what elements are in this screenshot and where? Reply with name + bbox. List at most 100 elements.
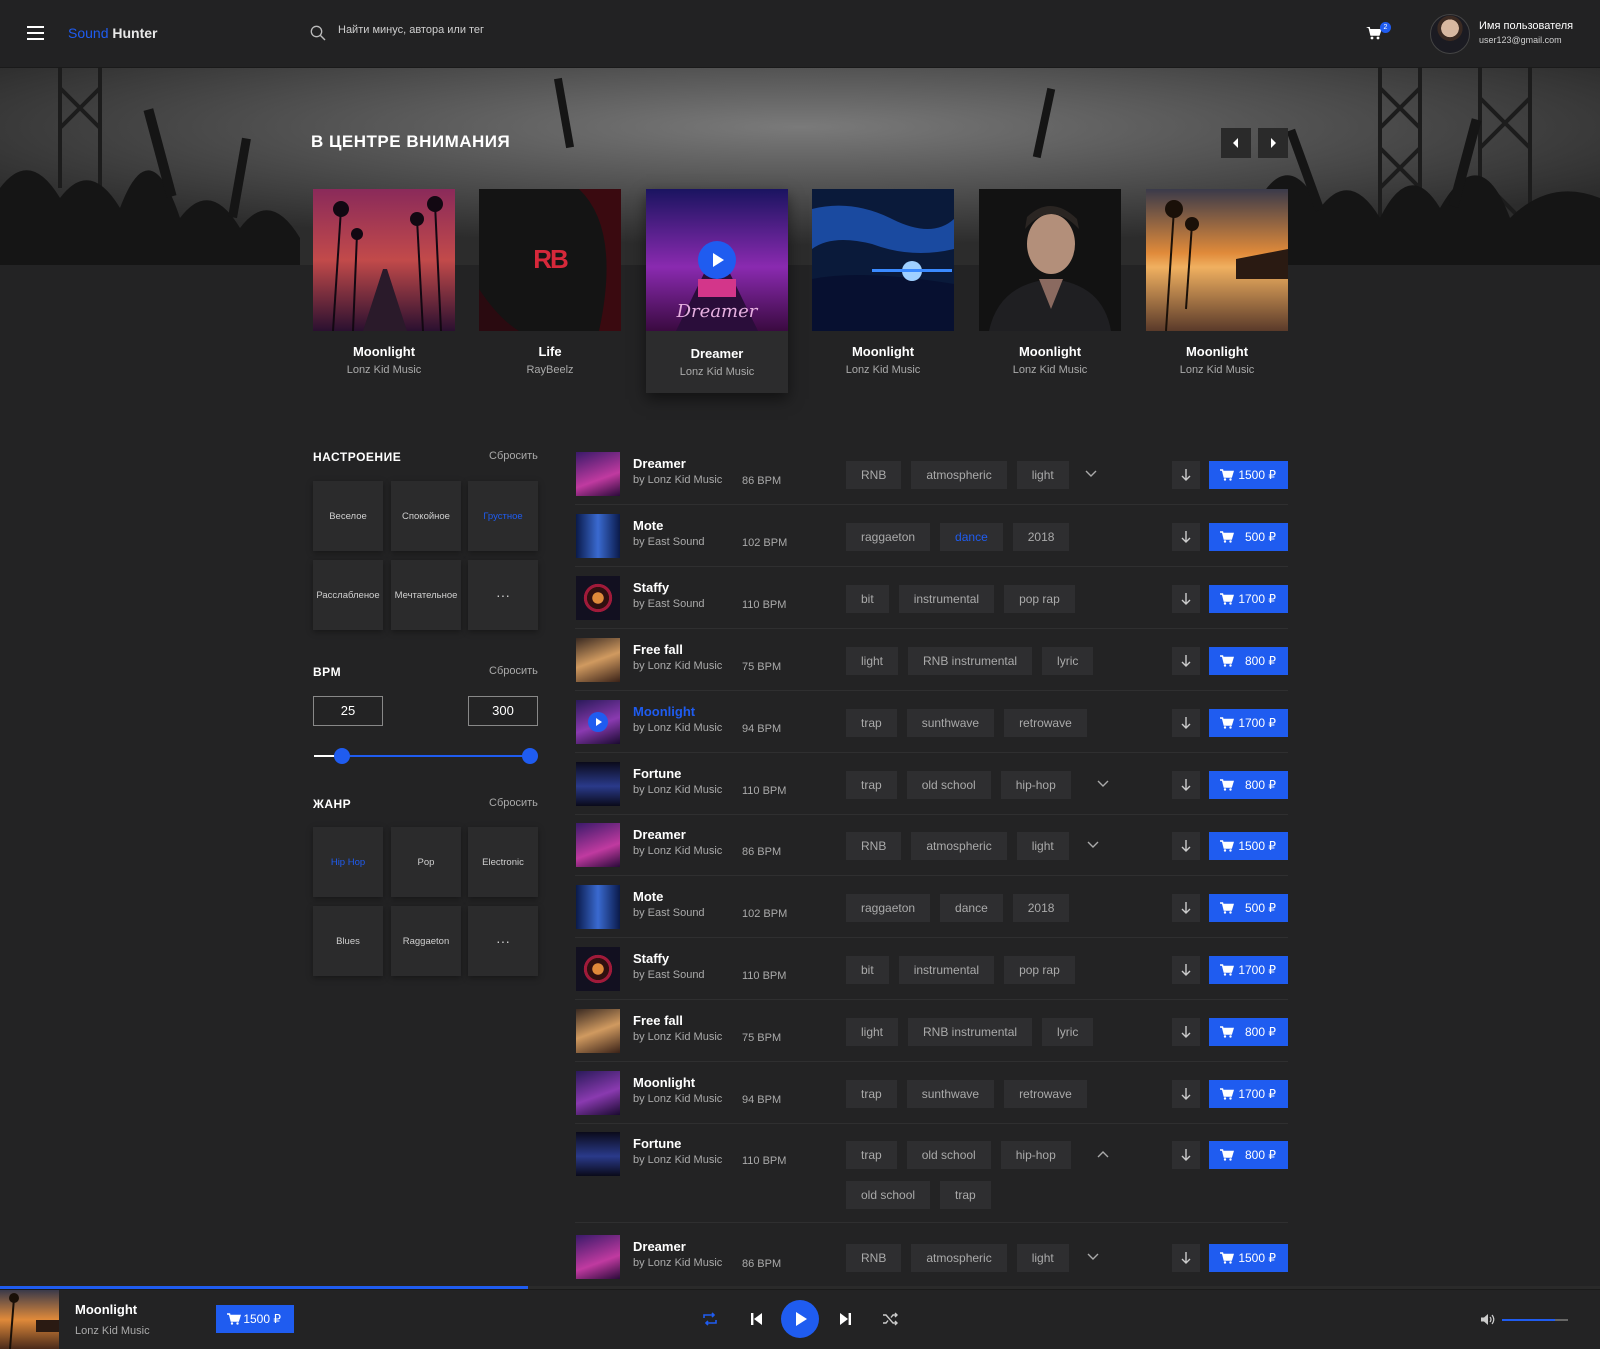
track-title[interactable]: Dreamer (633, 1239, 686, 1254)
track-title[interactable]: Free fall (633, 642, 683, 657)
table-row[interactable]: Staffy by East Sound 110 BPM bit instrume… (575, 567, 1288, 629)
buy-button[interactable]: 500 ₽ (1209, 894, 1288, 922)
play-pause-button[interactable] (781, 1300, 819, 1338)
tag-chip[interactable]: light (1016, 1244, 1069, 1272)
player-buy-button[interactable]: 1500 ₽ (216, 1305, 294, 1333)
tag-chip[interactable]: 2018 (1012, 523, 1070, 551)
track-title[interactable]: Moonlight (633, 1075, 695, 1090)
tag-chip[interactable]: instrumental (898, 956, 995, 984)
spotlight-card[interactable]: RB Life RayBeelz (479, 189, 621, 376)
tag-chip[interactable]: hip-hop (1000, 1141, 1071, 1169)
track-cover-image[interactable] (576, 885, 620, 929)
play-icon[interactable] (698, 241, 736, 279)
tag-chip[interactable]: old school (846, 1181, 931, 1209)
spotlight-prev-button[interactable] (1221, 128, 1251, 158)
tag-chip[interactable]: light (1016, 832, 1069, 860)
tag-chip[interactable]: atmospheric (911, 1244, 1007, 1272)
table-row[interactable]: Free fall by Lonz Kid Music 75 BPM light… (575, 1000, 1288, 1062)
play-icon[interactable] (588, 712, 608, 732)
table-row[interactable]: Fortune by Lonz Kid Music 110 BPM trap ol… (575, 1123, 1288, 1223)
bpm-min-handle[interactable] (334, 748, 350, 764)
tag-chip[interactable]: light (846, 1018, 899, 1046)
download-button[interactable] (1172, 709, 1200, 737)
track-cover-image[interactable] (576, 1235, 620, 1279)
track-cover-image[interactable] (576, 700, 620, 744)
tag-chip[interactable]: hip-hop (1000, 771, 1071, 799)
track-title[interactable]: Fortune (633, 766, 681, 781)
track-cover-image[interactable] (576, 1132, 620, 1176)
tag-chip[interactable]: dance (940, 894, 1003, 922)
track-title[interactable]: Dreamer (633, 827, 686, 842)
tag-chip[interactable]: trap (846, 1080, 897, 1108)
tag-chip[interactable]: lyric (1042, 1018, 1094, 1046)
track-cover-image[interactable] (576, 762, 620, 806)
tag-chip[interactable]: atmospheric (911, 832, 1007, 860)
volume-icon[interactable] (1480, 1313, 1495, 1326)
tag-chip[interactable]: old school (906, 771, 991, 799)
track-title[interactable]: Free fall (633, 1013, 683, 1028)
tag-chip[interactable]: dance (940, 523, 1003, 551)
tag-chip[interactable]: pop rap (1004, 956, 1075, 984)
track-cover-image[interactable] (576, 638, 620, 682)
tag-chip[interactable]: atmospheric (911, 461, 1007, 489)
tag-chip[interactable]: sunthwave (906, 1080, 995, 1108)
tag-chip[interactable]: RNB instrumental (908, 1018, 1033, 1046)
tag-chip[interactable]: retrowave (1004, 1080, 1087, 1108)
tag-chip[interactable]: trap (846, 709, 897, 737)
bpm-max-input[interactable]: 300 (468, 696, 538, 726)
buy-button[interactable]: 500 ₽ (1209, 523, 1288, 551)
spotlight-card[interactable]: Moonlight Lonz Kid Music (313, 189, 455, 376)
spotlight-card-active[interactable]: Dreamer Dreamer Lonz Kid Music (646, 189, 788, 393)
spotlight-next-button[interactable] (1258, 128, 1288, 158)
table-row[interactable]: Staffy by East Sound 110 BPM bit instrume… (575, 938, 1288, 1000)
tag-chip[interactable]: raggaeton (846, 523, 931, 551)
mood-tile[interactable]: Мечтательное (391, 560, 461, 630)
chevron-down-icon[interactable] (1087, 841, 1099, 849)
tag-chip[interactable]: RNB instrumental (908, 647, 1033, 675)
mood-tile[interactable]: Расслабленое (313, 560, 383, 630)
spotlight-card[interactable]: Moonlight Lonz Kid Music (979, 189, 1121, 376)
genre-tile[interactable]: Raggaeton (391, 906, 461, 976)
download-button[interactable] (1172, 1080, 1200, 1108)
genre-tile[interactable]: Blues (313, 906, 383, 976)
download-button[interactable] (1172, 461, 1200, 489)
bpm-min-input[interactable]: 25 (313, 696, 383, 726)
track-title[interactable]: Dreamer (633, 456, 686, 471)
tag-chip[interactable]: 2018 (1012, 894, 1070, 922)
tag-chip[interactable]: bit (846, 585, 889, 613)
buy-button[interactable]: 1700 ₽ (1209, 956, 1288, 984)
download-button[interactable] (1172, 1141, 1200, 1169)
buy-button[interactable]: 800 ₽ (1209, 1018, 1288, 1046)
tag-chip[interactable]: trap (940, 1181, 991, 1209)
buy-button[interactable]: 800 ₽ (1209, 647, 1288, 675)
genre-reset-link[interactable]: Сбросить (489, 797, 538, 809)
genre-tile-selected[interactable]: Hip Hop (313, 827, 383, 897)
tag-chip[interactable]: raggaeton (846, 894, 931, 922)
repeat-icon[interactable] (702, 1312, 718, 1326)
next-icon[interactable] (839, 1312, 851, 1326)
buy-button[interactable]: 800 ₽ (1209, 771, 1288, 799)
tag-chip[interactable]: lyric (1042, 647, 1094, 675)
mood-tile[interactable]: Спокойное (391, 481, 461, 551)
chevron-up-icon[interactable] (1097, 1150, 1109, 1158)
table-row[interactable]: Moonlight by Lonz Kid Music 94 BPM trap s… (575, 1062, 1288, 1124)
genre-tile[interactable]: Electronic (468, 827, 538, 897)
chevron-down-icon[interactable] (1085, 470, 1097, 478)
track-cover-image[interactable] (576, 1009, 620, 1053)
tag-chip[interactable]: trap (846, 771, 897, 799)
buy-button[interactable]: 1700 ₽ (1209, 585, 1288, 613)
genre-more-tile[interactable]: ··· (468, 906, 538, 976)
table-row[interactable]: Dreamer by Lonz Kid Music 86 BPM RNB atmo… (575, 814, 1288, 876)
genre-tile[interactable]: Pop (391, 827, 461, 897)
track-cover-image[interactable] (576, 947, 620, 991)
track-title[interactable]: Mote (633, 518, 663, 533)
tag-chip[interactable]: light (846, 647, 899, 675)
track-title[interactable]: Staffy (633, 951, 669, 966)
bpm-reset-link[interactable]: Сбросить (489, 665, 538, 677)
download-button[interactable] (1172, 771, 1200, 799)
tag-chip[interactable]: light (1016, 461, 1069, 489)
volume-slider[interactable] (1502, 1319, 1568, 1321)
buy-button[interactable]: 1700 ₽ (1209, 709, 1288, 737)
spotlight-card[interactable]: Moonlight Lonz Kid Music (1146, 189, 1288, 376)
spotlight-card[interactable]: Moonlight Lonz Kid Music (812, 189, 954, 376)
